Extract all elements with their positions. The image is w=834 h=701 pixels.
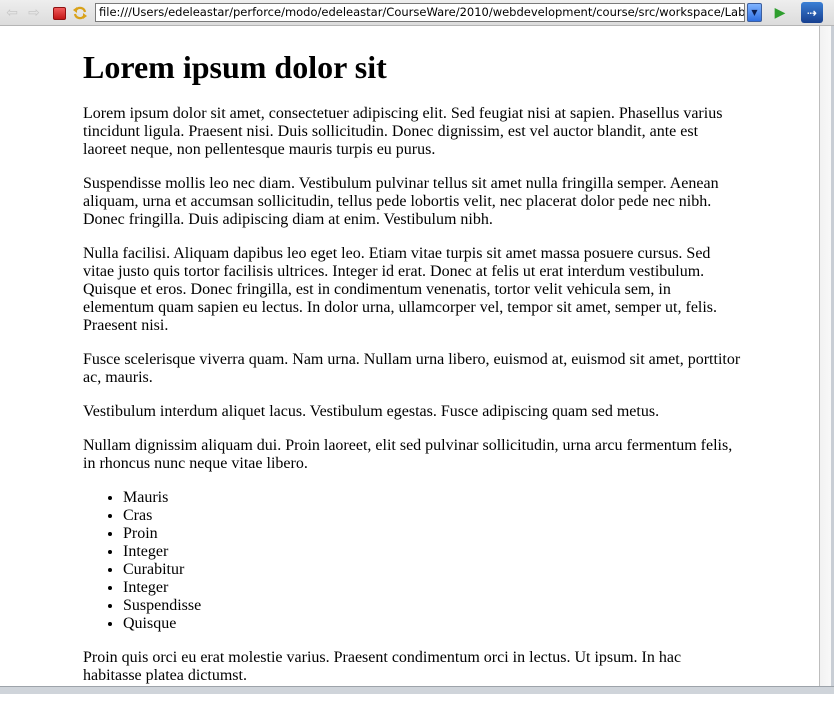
paragraph: Vestibulum interdum aliquet lacus. Vesti… [83,403,660,420]
list-item: Integer [123,579,743,597]
url-history-dropdown[interactable]: ▼ [747,3,762,22]
go-button[interactable]: ▶ [771,4,789,22]
external-browser-icon: ⇢ [806,5,818,20]
go-arrow-icon: ▶ [774,5,786,21]
page-content: Lorem ipsum dolor sit Lorem ipsum dolor … [83,26,743,701]
list-item: Cras [123,507,743,525]
page-title: Lorem ipsum dolor sit [83,49,387,85]
list-item: Curabitur [123,561,743,579]
list-item: Quisque [123,615,743,633]
back-arrow-icon[interactable]: ⇦ [3,4,21,22]
external-browser-button[interactable]: ⇢ [801,2,823,23]
stop-icon[interactable] [50,4,68,22]
paragraph: Lorem ipsum dolor sit amet, consectetuer… [83,105,723,158]
forward-arrow-icon[interactable]: ⇨ [25,4,43,22]
list-item: Proin [123,525,743,543]
bullet-list: Mauris Cras Proin Integer Curabitur Inte… [83,489,743,633]
paragraph: Fusce scelerisque viverra quam. Nam urna… [83,351,741,386]
list-item: Suspendisse [123,597,743,615]
url-input[interactable]: file:///Users/edeleastar/perforce/modo/e… [95,3,745,22]
list-item: Integer [123,543,743,561]
chevron-down-icon: ▼ [751,8,758,17]
list-item: Mauris [123,489,743,507]
refresh-icon[interactable] [71,4,89,22]
paragraph: Suspendisse mollis leo nec diam. Vestibu… [83,175,719,228]
paragraph: Nulla facilisi. Aliquam dapibus leo eget… [83,245,718,334]
browser-toolbar: ⇦ ⇨ file:///Users/edeleastar/perforce/mo… [0,0,834,26]
paragraph: Proin quis orci eu erat molestie varius.… [83,649,682,684]
paragraph: Nullam dignissim aliquam dui. Proin laor… [83,437,733,472]
status-bar [0,686,834,694]
